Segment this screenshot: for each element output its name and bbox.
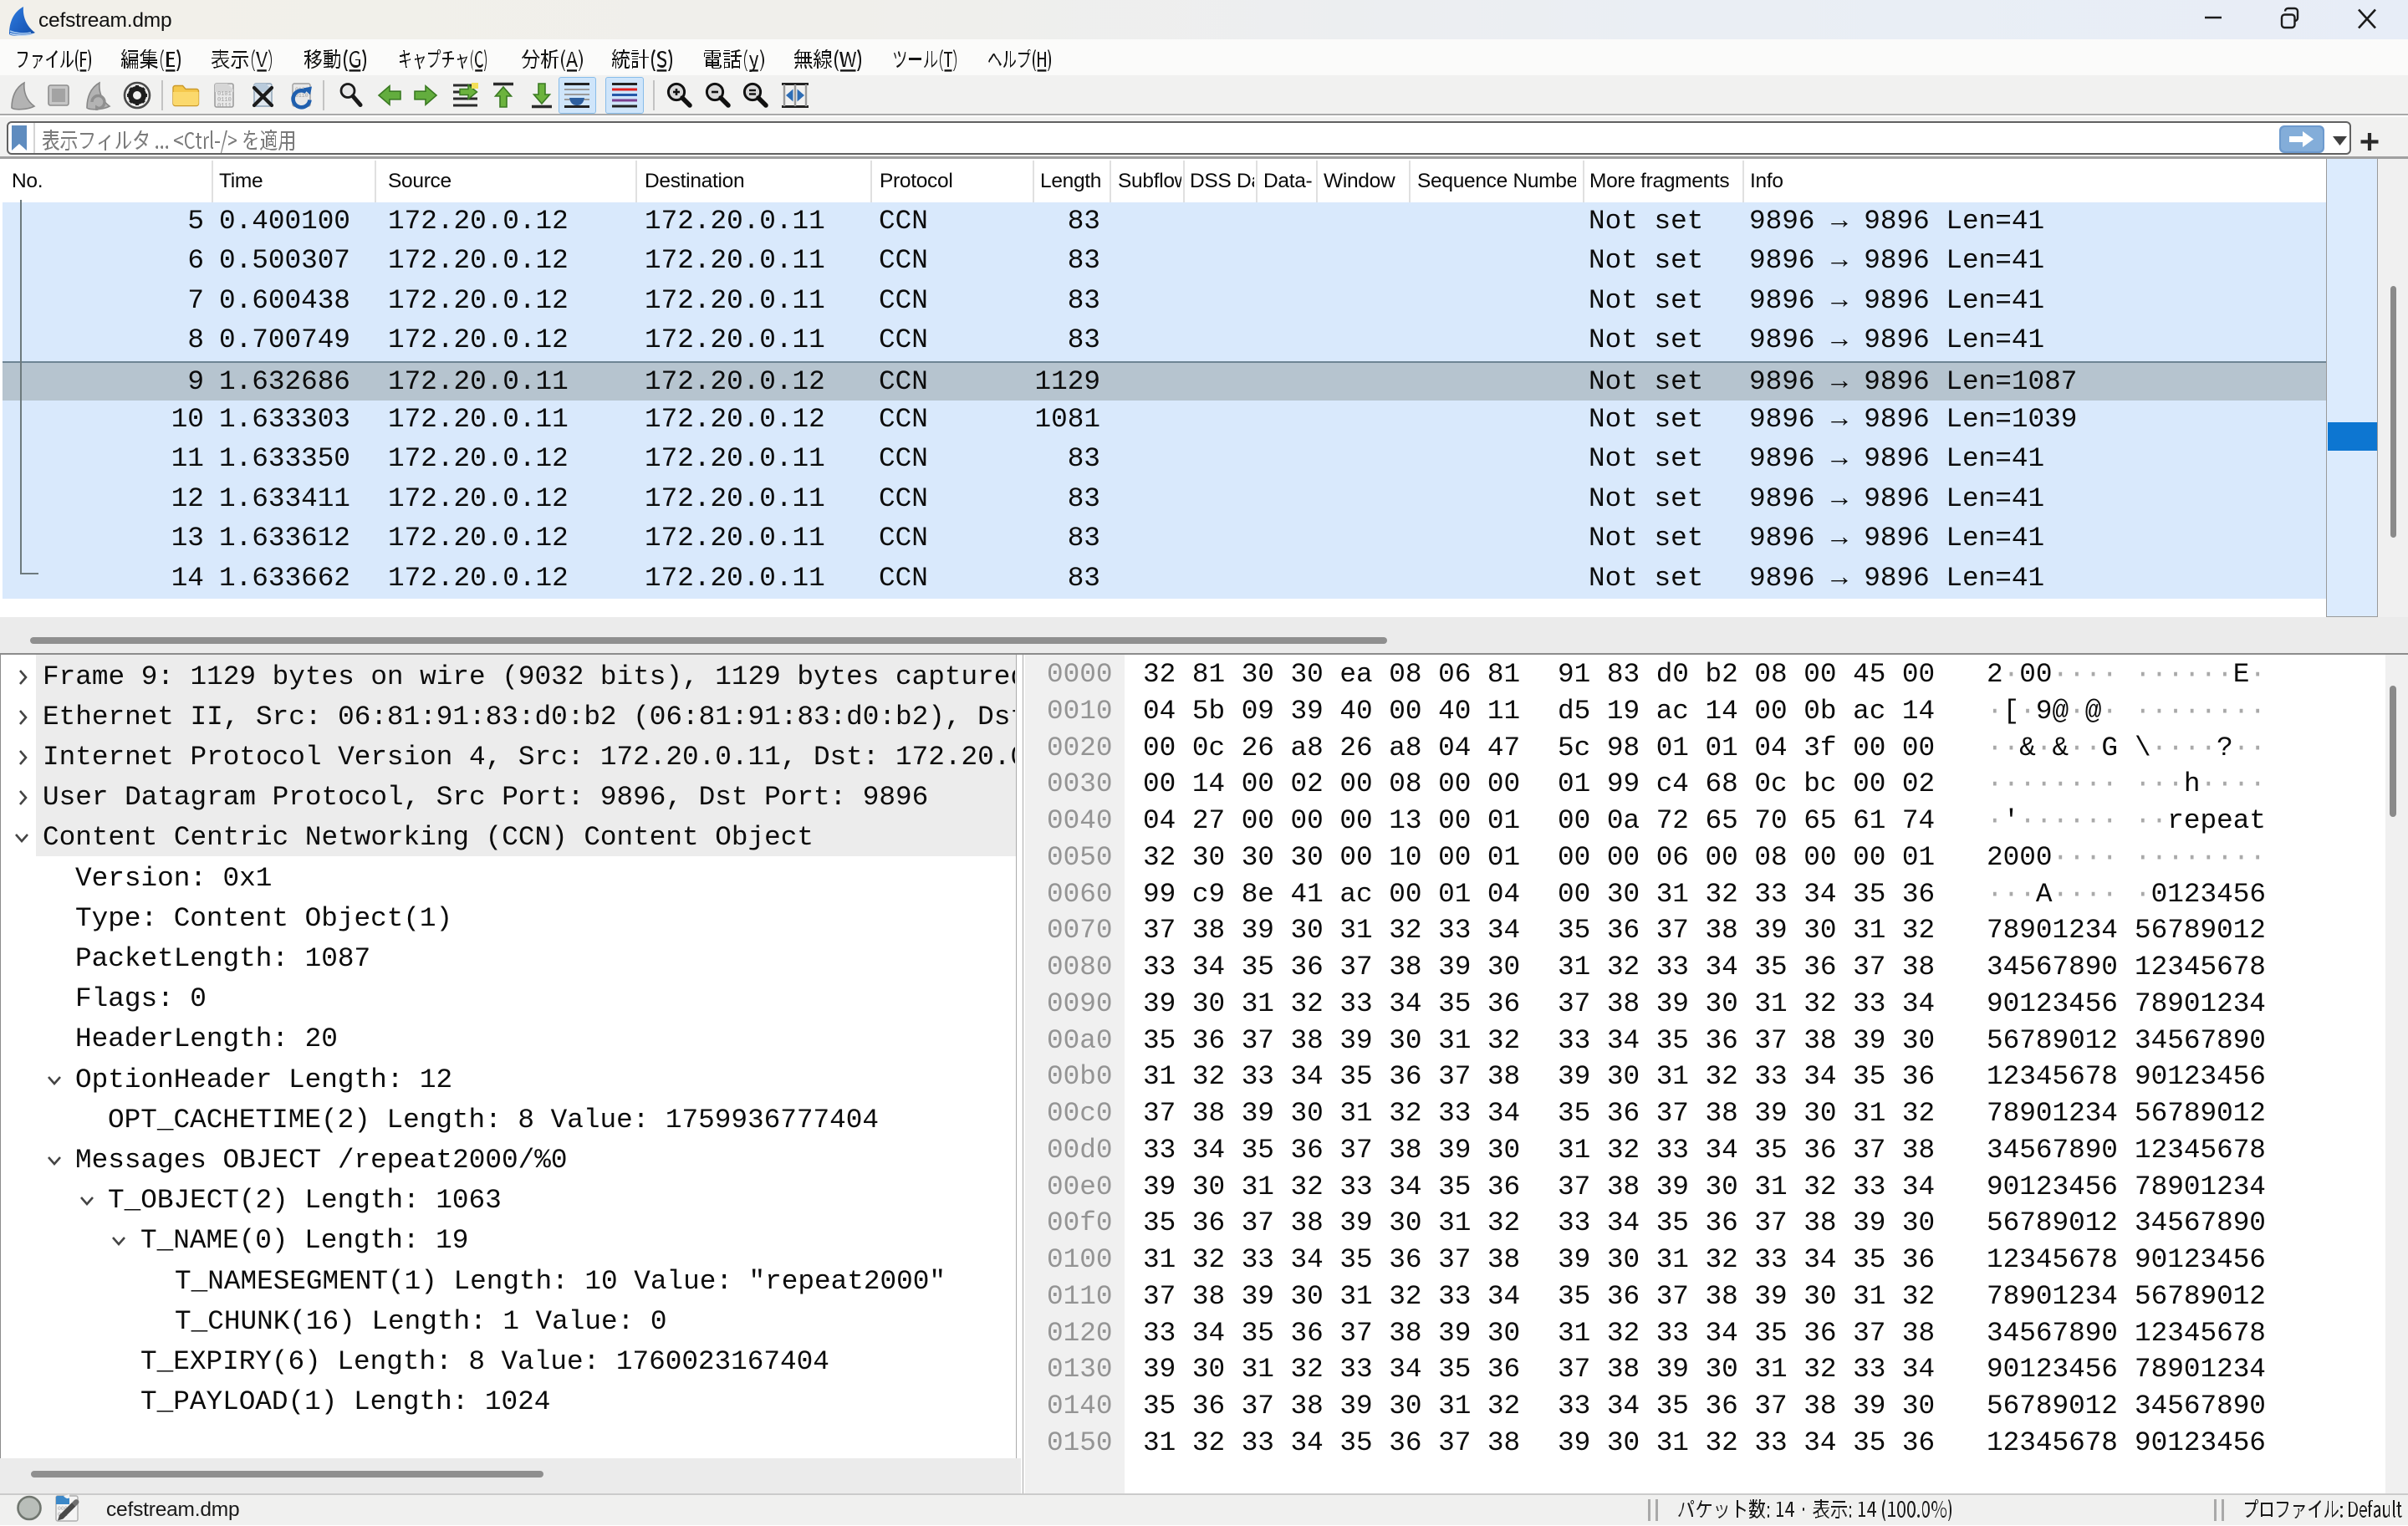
svg-text:0111: 0111 xyxy=(217,103,232,110)
